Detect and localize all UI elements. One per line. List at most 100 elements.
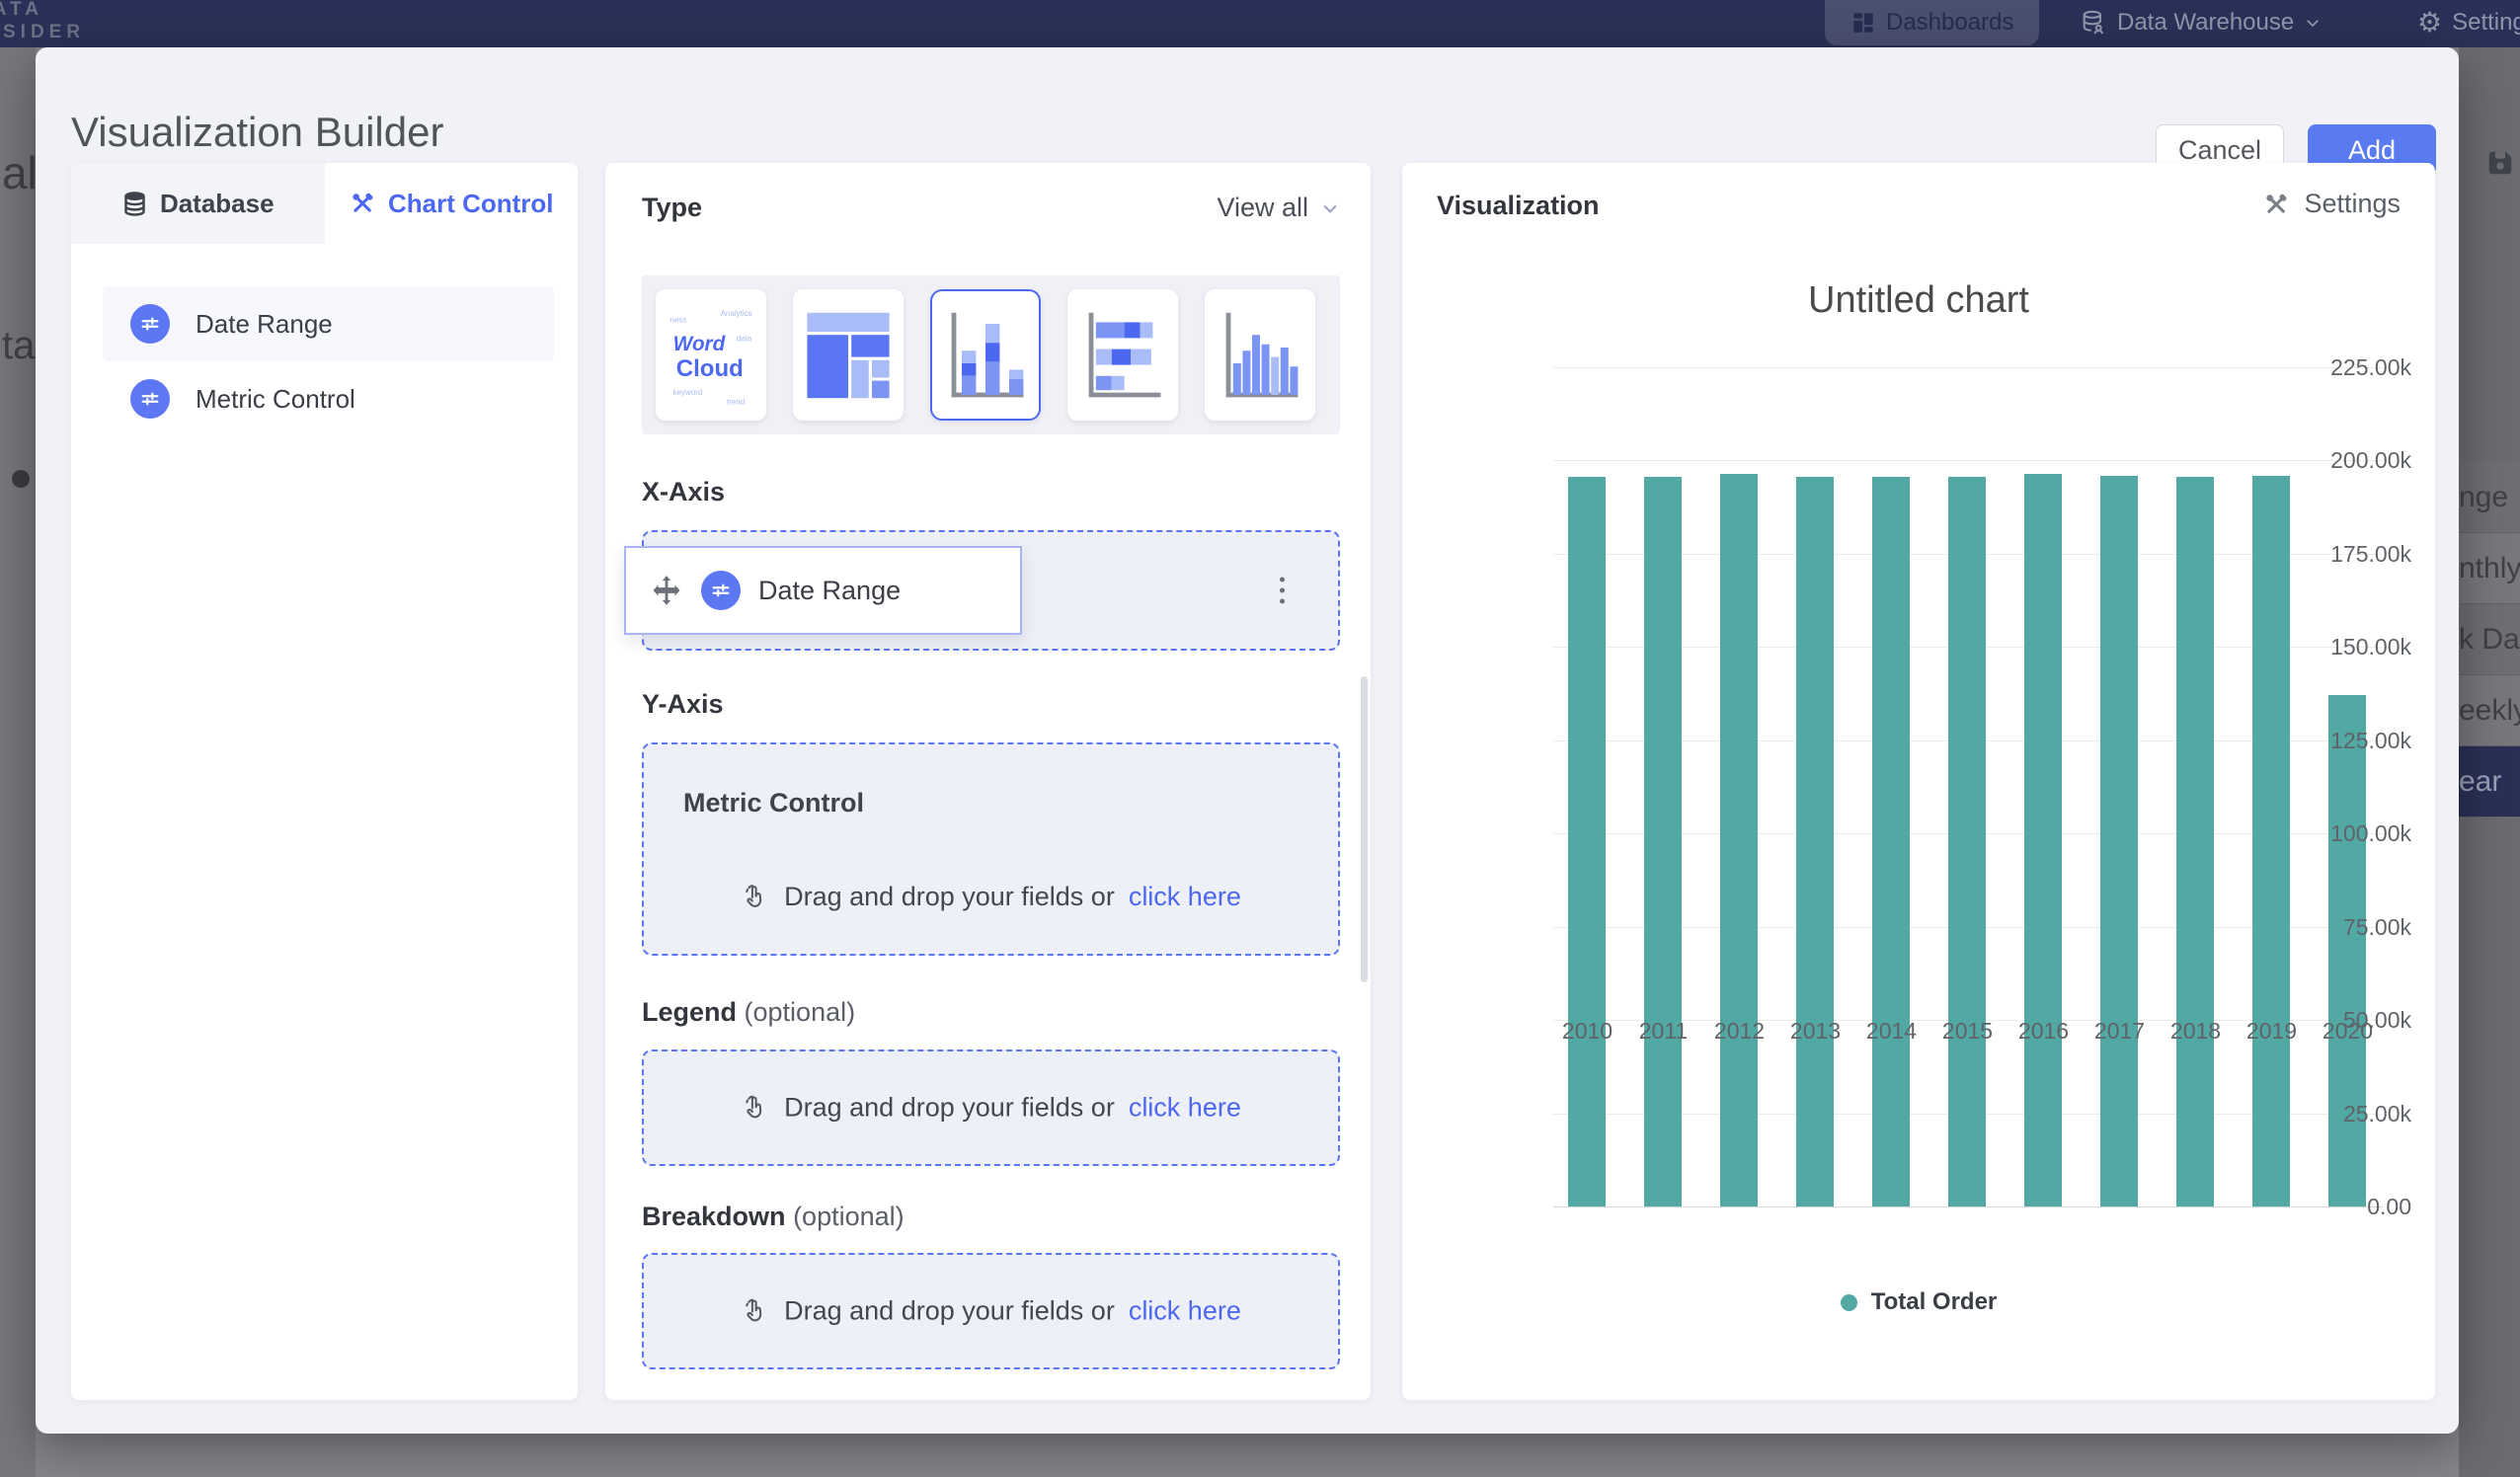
gridline	[1553, 460, 2383, 461]
chart-settings-button[interactable]: Settings	[2262, 189, 2401, 219]
gear-icon: ⚙	[2417, 9, 2442, 37]
y-tick-label: 150.00k	[2293, 634, 2411, 661]
type-section-title: Type	[642, 193, 702, 223]
bar-2017[interactable]	[2100, 476, 2138, 1206]
svg-text:Analytics: Analytics	[721, 309, 752, 318]
database-icon	[121, 191, 148, 217]
y-tick-label: 0.00	[2293, 1194, 2411, 1220]
nav-data-warehouse[interactable]: Data Warehouse	[2080, 0, 2322, 45]
y-tick-label: 125.00k	[2293, 728, 2411, 754]
dragged-field-chip[interactable]: Date Range	[624, 546, 1022, 635]
visualization-panel-title: Visualization	[1437, 191, 1600, 221]
legend-section-title: Legend (optional)	[642, 997, 855, 1028]
background-text-fragment: al	[2, 146, 38, 199]
svg-text:Word: Word	[673, 333, 727, 355]
move-icon	[650, 574, 683, 607]
bar-2015[interactable]	[1948, 477, 1986, 1206]
field-item-label: Metric Control	[196, 384, 355, 415]
legend-dropzone[interactable]: Drag and drop your fields or click here	[642, 1049, 1340, 1166]
data-warehouse-icon	[2080, 9, 2107, 37]
tune-icon	[130, 379, 170, 419]
svg-text:data: data	[737, 334, 752, 343]
dashboard-icon	[1851, 10, 1876, 36]
y-axis-placeholder-title: Metric Control	[683, 788, 864, 818]
nav-settings-label: Settings	[2452, 9, 2520, 37]
chart-type-stacked-column[interactable]	[930, 289, 1041, 421]
dragged-field-label: Date Range	[758, 576, 901, 606]
gridline	[1553, 1206, 2383, 1207]
drop-hint-text: Drag and drop your fields or	[784, 1296, 1115, 1327]
visualization-builder-modal: Visualization Builder Cancel Add Databas…	[36, 47, 2459, 1434]
x-tick-label: 2017	[2082, 1018, 2158, 1045]
bar-2020[interactable]	[2328, 695, 2366, 1206]
tools-icon	[349, 190, 376, 217]
x-tick-label: 2011	[1625, 1018, 1701, 1045]
breakdown-dropzone[interactable]: Drag and drop your fields or click here	[642, 1253, 1340, 1369]
fields-panel: Database Chart Control Date Range	[71, 163, 578, 1400]
legend-label: Total Order	[1871, 1288, 1998, 1316]
logo-line-1: DATA	[0, 0, 85, 21]
tools-icon	[2262, 191, 2290, 218]
panel-scrollbar[interactable]	[1361, 676, 1368, 982]
x-tick-label: 2012	[1701, 1018, 1777, 1045]
gridline	[1553, 367, 2383, 368]
chevron-down-icon	[1320, 198, 1340, 218]
chart-type-stacked-bar[interactable]	[1067, 289, 1178, 421]
view-all-label: View all	[1217, 193, 1308, 223]
bar-2013[interactable]	[1796, 477, 1834, 1206]
x-tick-label: 2020	[2310, 1018, 2386, 1045]
bar-2012[interactable]	[1720, 474, 1758, 1206]
nav-dashboards[interactable]: Dashboards	[1825, 0, 2039, 45]
kebab-menu-icon[interactable]	[1274, 572, 1291, 610]
x-tick-label: 2014	[1853, 1018, 1929, 1045]
nav-data-warehouse-label: Data Warehouse	[2117, 9, 2294, 37]
dimmed-background-bottom	[36, 1434, 2459, 1477]
x-axis-section-title: X-Axis	[642, 477, 725, 507]
app-logo[interactable]: DATA INSIDER	[0, 0, 85, 43]
tune-icon	[130, 304, 170, 344]
x-tick-label: 2018	[2158, 1018, 2234, 1045]
svg-text:Cloud: Cloud	[676, 354, 744, 381]
bar-2014[interactable]	[1872, 477, 1910, 1206]
field-item-metric-control[interactable]: Metric Control	[103, 361, 554, 436]
click-here-link[interactable]: click here	[1129, 1296, 1241, 1327]
field-item-label: Date Range	[196, 309, 333, 340]
builder-panel: Type View all ness Analytics keyword tre…	[605, 163, 1371, 1400]
y-tick-label: 75.00k	[2293, 914, 2411, 941]
chart-legend[interactable]: Total Order	[1402, 1288, 2435, 1316]
chart-type-treemap[interactable]	[793, 289, 904, 421]
bar-2010[interactable]	[1568, 477, 1606, 1206]
tap-hand-icon	[741, 883, 770, 912]
tab-database-label: Database	[160, 189, 275, 219]
background-text-fragment: ta	[2, 324, 35, 368]
bar-2016[interactable]	[2024, 474, 2062, 1206]
click-here-link[interactable]: click here	[1129, 1093, 1241, 1124]
bar-2011[interactable]	[1644, 477, 1682, 1206]
logo-line-2: INSIDER	[0, 21, 85, 43]
bar-2018[interactable]	[2176, 477, 2214, 1206]
drop-hint-text: Drag and drop your fields or	[784, 1093, 1115, 1124]
tap-hand-icon	[741, 1093, 770, 1123]
svg-text:ness: ness	[669, 315, 686, 324]
chart-title: Untitled chart	[1402, 279, 2435, 322]
chart-type-word-cloud[interactable]: ness Analytics keyword trend data Word C…	[656, 289, 766, 421]
nav-dashboards-label: Dashboards	[1886, 9, 2013, 37]
tune-icon	[701, 571, 741, 610]
dimmed-background-left: al ta	[0, 47, 36, 1477]
x-tick-label: 2016	[2006, 1018, 2082, 1045]
click-here-link[interactable]: click here	[1129, 882, 1241, 912]
x-tick-label: 2013	[1777, 1018, 1853, 1045]
legend-dot	[1841, 1294, 1857, 1311]
field-item-date-range[interactable]: Date Range	[103, 286, 554, 361]
chart-plot-area	[1553, 367, 2383, 1206]
tab-chart-control-label: Chart Control	[388, 189, 554, 219]
tab-database[interactable]: Database	[71, 163, 325, 244]
view-all-dropdown[interactable]: View all	[1217, 193, 1340, 223]
bar-2019[interactable]	[2252, 476, 2290, 1206]
chart-settings-label: Settings	[2304, 189, 2401, 219]
tab-chart-control[interactable]: Chart Control	[325, 163, 579, 244]
y-axis-dropzone[interactable]: Metric Control Drag and drop your fields…	[642, 742, 1340, 956]
chart-type-column[interactable]	[1205, 289, 1315, 421]
breakdown-section-title: Breakdown (optional)	[642, 1202, 905, 1232]
nav-settings[interactable]: ⚙ Settings	[2417, 0, 2520, 45]
